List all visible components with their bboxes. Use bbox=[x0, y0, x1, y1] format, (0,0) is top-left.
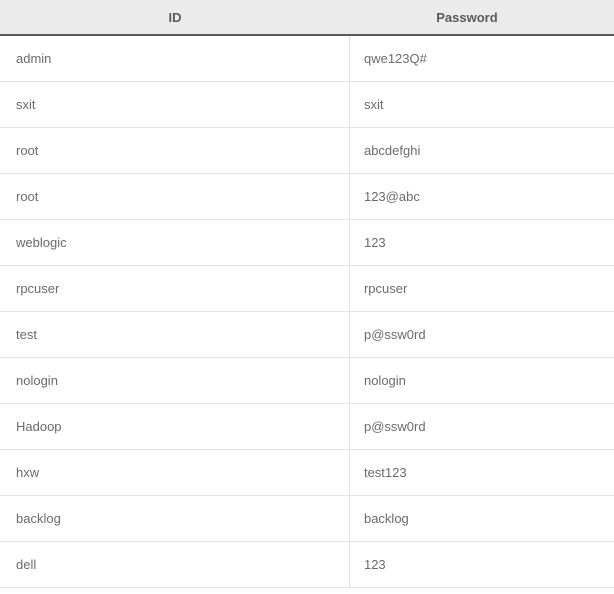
cell-password: 123@abc bbox=[350, 174, 614, 219]
table-row: testp@ssw0rd bbox=[0, 312, 614, 358]
table-row: adminqwe123Q# bbox=[0, 36, 614, 82]
cell-password: sxit bbox=[350, 82, 614, 127]
cell-password: rpcuser bbox=[350, 266, 614, 311]
table-row: dell123 bbox=[0, 542, 614, 588]
cell-id: hxw bbox=[0, 450, 350, 495]
table-row: rootabcdefghi bbox=[0, 128, 614, 174]
header-password: Password bbox=[350, 10, 614, 25]
cell-password: p@ssw0rd bbox=[350, 404, 614, 449]
cell-password: qwe123Q# bbox=[350, 36, 614, 81]
table-header: ID Password bbox=[0, 0, 614, 36]
table-row: weblogic123 bbox=[0, 220, 614, 266]
cell-id: test bbox=[0, 312, 350, 357]
header-id: ID bbox=[0, 10, 350, 25]
cell-id: Hadoop bbox=[0, 404, 350, 449]
table-row: hxwtest123 bbox=[0, 450, 614, 496]
table-row: sxitsxit bbox=[0, 82, 614, 128]
cell-password: nologin bbox=[350, 358, 614, 403]
cell-id: backlog bbox=[0, 496, 350, 541]
cell-password: abcdefghi bbox=[350, 128, 614, 173]
credentials-table: ID Password adminqwe123Q#sxitsxitrootabc… bbox=[0, 0, 614, 588]
cell-id: root bbox=[0, 128, 350, 173]
cell-id: dell bbox=[0, 542, 350, 587]
cell-id: rpcuser bbox=[0, 266, 350, 311]
header-row: ID Password bbox=[0, 0, 614, 36]
cell-id: nologin bbox=[0, 358, 350, 403]
cell-password: p@ssw0rd bbox=[350, 312, 614, 357]
table-row: backlogbacklog bbox=[0, 496, 614, 542]
cell-password: 123 bbox=[350, 220, 614, 265]
cell-password: backlog bbox=[350, 496, 614, 541]
table-row: nologinnologin bbox=[0, 358, 614, 404]
cell-password: 123 bbox=[350, 542, 614, 587]
cell-id: admin bbox=[0, 36, 350, 81]
cell-id: sxit bbox=[0, 82, 350, 127]
cell-id: root bbox=[0, 174, 350, 219]
table-row: rpcuserrpcuser bbox=[0, 266, 614, 312]
table-row: root123@abc bbox=[0, 174, 614, 220]
cell-id: weblogic bbox=[0, 220, 350, 265]
table-body: adminqwe123Q#sxitsxitrootabcdefghiroot12… bbox=[0, 36, 614, 588]
cell-password: test123 bbox=[350, 450, 614, 495]
table-row: Hadoopp@ssw0rd bbox=[0, 404, 614, 450]
